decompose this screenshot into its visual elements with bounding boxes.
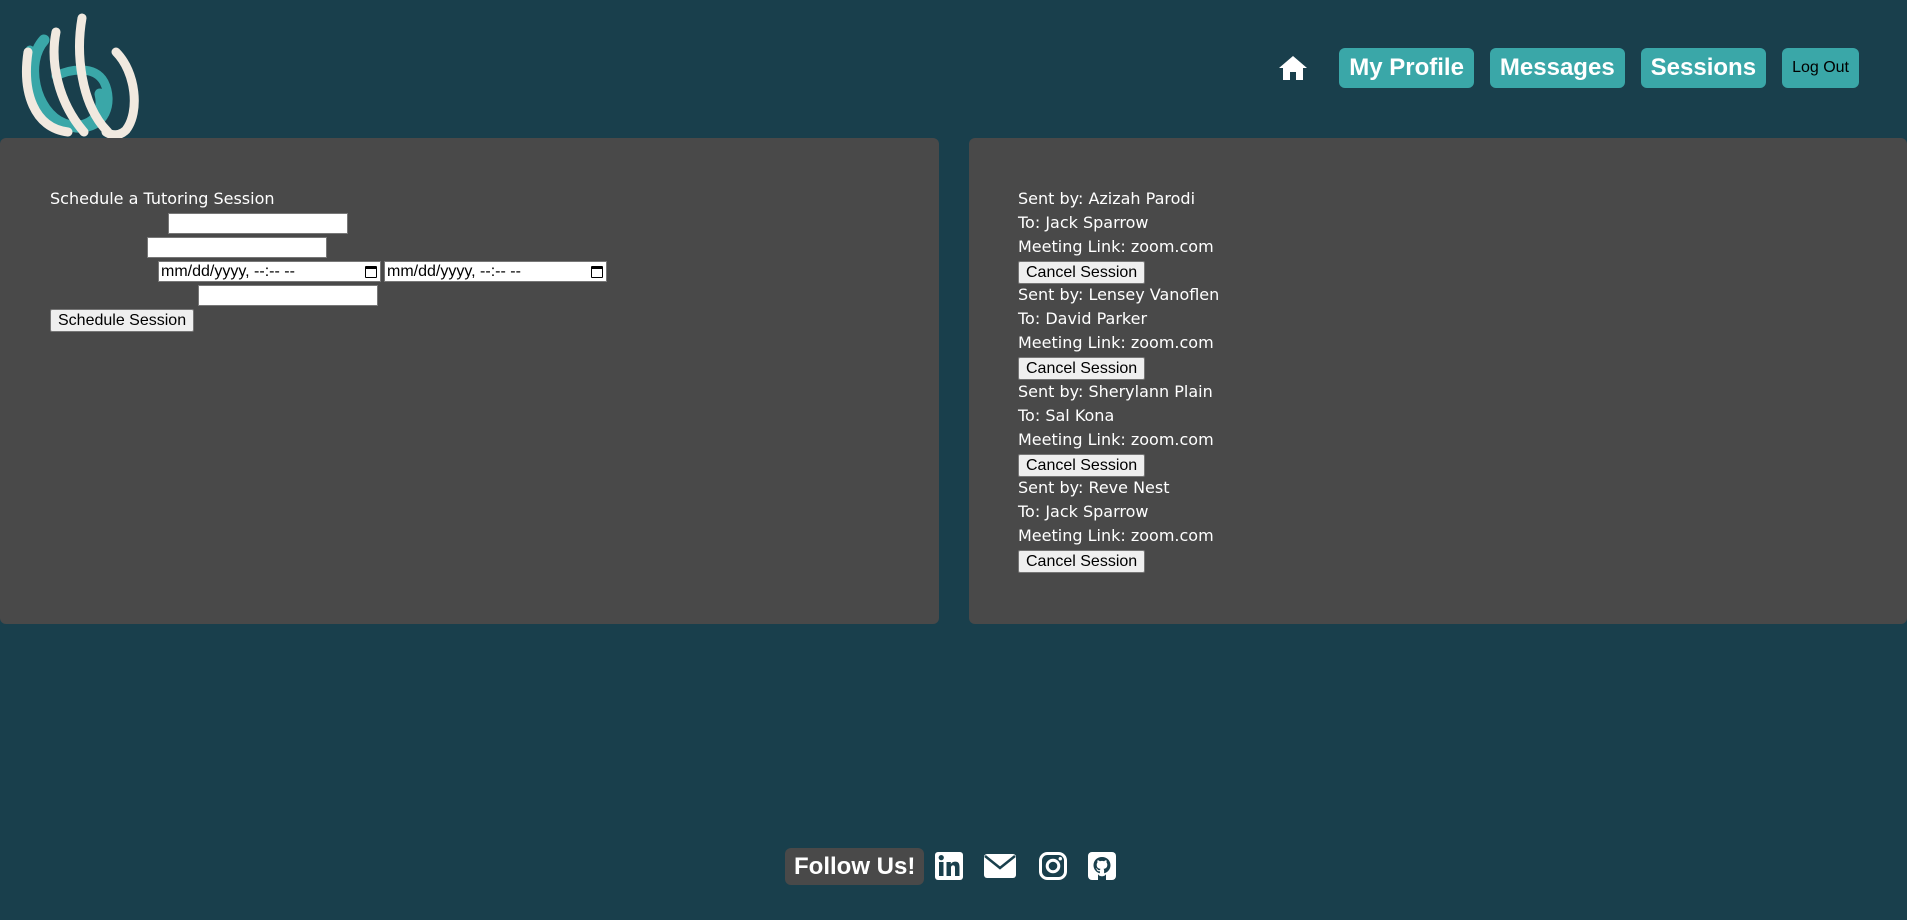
github-icon[interactable] [1087, 849, 1117, 883]
end-datetime-placeholder: mm/dd/yyyy, --:-- -- [387, 263, 521, 280]
session-recipient: To: Sal Kona [1018, 406, 1115, 425]
session-meeting-link: Meeting Link: zoom.com [1018, 526, 1214, 545]
tutor-name-input[interactable] [147, 237, 327, 258]
session-sender: Sent by: Azizah Parodi [1018, 189, 1196, 208]
session-recipient: To: Jack Sparrow [1018, 213, 1149, 232]
session-meeting-link: Meeting Link: zoom.com [1018, 333, 1214, 352]
cancel-session-button[interactable]: Cancel Session [1018, 357, 1146, 380]
schedule-heading: Schedule a Tutoring Session [50, 189, 275, 208]
session-sender: Sent by: Sherylann Plain [1018, 382, 1213, 401]
top-nav: My Profile Messages Sessions Log Out [1273, 48, 1859, 88]
session-recipient: To: Jack Sparrow [1018, 502, 1149, 521]
logout-button[interactable]: Log Out [1782, 48, 1859, 88]
home-icon[interactable] [1273, 48, 1313, 88]
nav-my-profile-button[interactable]: My Profile [1339, 48, 1474, 88]
calendar-icon[interactable] [591, 265, 603, 278]
session-recipient: To: David Parker [1018, 309, 1148, 328]
sessions-panel: Sent by: Azizah Parodi To: Jack Sparrow … [969, 138, 1907, 624]
schedule-session-button[interactable]: Schedule Session [50, 309, 195, 332]
cancel-session-button[interactable]: Cancel Session [1018, 550, 1146, 573]
meeting-link-input[interactable] [198, 285, 378, 306]
cancel-session-button[interactable]: Cancel Session [1018, 454, 1146, 477]
end-datetime-input[interactable]: mm/dd/yyyy, --:-- -- [384, 261, 607, 282]
session-meeting-link: Meeting Link: zoom.com [1018, 430, 1214, 449]
mail-icon[interactable] [983, 849, 1017, 883]
schedule-panel: Schedule a Tutoring Session mm/dd/yyyy, … [0, 138, 939, 624]
instagram-icon[interactable] [1038, 849, 1068, 883]
session-meeting-link: Meeting Link: zoom.com [1018, 237, 1214, 256]
nav-messages-button[interactable]: Messages [1489, 48, 1625, 88]
nav-sessions-button[interactable]: Sessions [1640, 48, 1767, 88]
app-logo[interactable] [16, 12, 144, 140]
follow-us-label: Follow Us! [785, 848, 925, 885]
linkedin-icon[interactable] [934, 849, 964, 883]
calendar-icon[interactable] [365, 265, 377, 278]
session-sender: Sent by: Lensey Vanoflen [1018, 285, 1220, 304]
cancel-session-button[interactable]: Cancel Session [1018, 261, 1146, 284]
start-datetime-input[interactable]: mm/dd/yyyy, --:-- -- [158, 261, 381, 282]
student-name-input[interactable] [168, 213, 348, 234]
start-datetime-placeholder: mm/dd/yyyy, --:-- -- [161, 263, 295, 280]
session-sender: Sent by: Reve Nest [1018, 478, 1170, 497]
